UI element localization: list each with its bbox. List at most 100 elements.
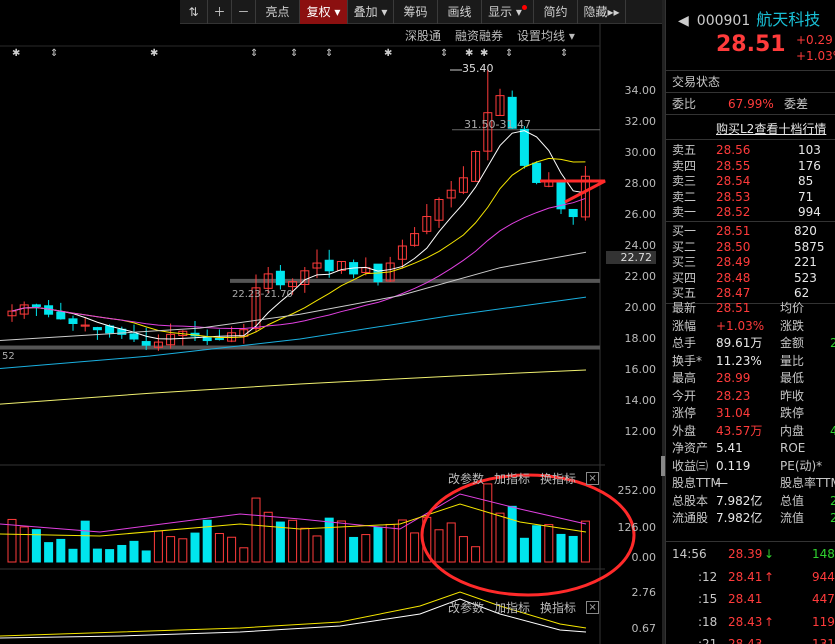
trade-status: 交易状态 xyxy=(672,75,721,89)
stat-row: 股息TTM — 股息率TTM xyxy=(672,475,835,491)
stat-label: 流通股 xyxy=(672,511,709,525)
stat-value: 0.119 xyxy=(716,458,751,473)
ask-row: 卖二 28.53 71 xyxy=(672,189,835,205)
stat-value: 2 xyxy=(830,335,835,351)
candle-down xyxy=(324,259,334,272)
bid-row: 买二 28.50 5875 xyxy=(672,239,835,255)
stat-label: 跌停 xyxy=(780,406,805,420)
volume-bar xyxy=(495,512,505,563)
kline-chart-svg[interactable]: ✱ ⇕ ✱ ⇕ ⇕ ⇕ ✱ ⇕ ✱ ✱ ⇕ ⇕ xyxy=(0,24,662,644)
event-marker: ✱ xyxy=(12,48,20,59)
bid-label: 买四 xyxy=(672,270,697,285)
candle-down xyxy=(92,327,102,331)
ask-volume: 71 xyxy=(798,189,814,204)
event-marker: ⇕ xyxy=(440,48,448,59)
stat-value: 43.57万 xyxy=(716,423,763,438)
ma10-line xyxy=(11,157,586,338)
tick-row: :12 28.41 ↑ 944 xyxy=(672,569,835,585)
ask-row: 卖四 28.55 176 xyxy=(672,158,835,174)
support-band xyxy=(0,345,600,350)
macd-indicator-links: 改参数 加指标 换指标 × xyxy=(448,599,600,616)
back-arrow-icon[interactable]: ◀ xyxy=(678,13,689,29)
stat-label: 金额 xyxy=(780,336,805,350)
event-marker: ✱ xyxy=(465,48,473,59)
display-button[interactable]: 显示 ▾ xyxy=(482,0,534,24)
highlight-button[interactable]: 亮点 xyxy=(256,0,300,24)
volume-bar xyxy=(373,526,383,563)
draw-line-button[interactable]: 画线 xyxy=(438,0,482,24)
ask-label: 卖四 xyxy=(672,158,697,173)
volume-bar xyxy=(410,532,420,563)
macd-close-icon[interactable]: × xyxy=(586,601,600,614)
zoom-in-button[interactable]: ＋ xyxy=(208,0,232,24)
chart-link-bar: 深股通 融资融券 设置均线 ▾ xyxy=(405,27,575,44)
divider xyxy=(666,70,835,71)
ask-row: 卖五 28.56 103 xyxy=(672,142,835,158)
quote-panel: ◀ 000901 航天科技 28.51 +0.29+1.03% 交易状态 委比 67… xyxy=(665,0,835,644)
tick-volume: 1483 xyxy=(812,547,835,561)
overlay-button[interactable]: 叠加 ▾ xyxy=(348,0,394,24)
bid-volume: 221 xyxy=(794,255,817,270)
stock-name: 航天科技 xyxy=(756,10,821,29)
stat-label: 总股本 xyxy=(672,493,709,508)
stat-value: 11.23% xyxy=(716,353,762,368)
ask-row: 卖一 28.52 994 xyxy=(672,204,835,220)
volume-close-icon[interactable]: × xyxy=(586,472,600,485)
stat-label: 总手 xyxy=(672,336,697,350)
event-marker: ⇕ xyxy=(50,48,58,59)
tick-price: 28.39 xyxy=(728,547,763,561)
link-hk-connect[interactable]: 深股通 xyxy=(405,27,441,44)
stat-row: 最新 28.51 均价 xyxy=(672,300,835,316)
event-marker: ⇕ xyxy=(505,48,513,59)
link-margin[interactable]: 融资融券 xyxy=(455,27,503,44)
stat-value: +1.03% xyxy=(716,318,765,333)
simple-mode-button[interactable]: 简约 xyxy=(534,0,578,24)
divider xyxy=(666,139,835,140)
price-change: +0.29+1.03% xyxy=(796,33,835,63)
volume-bar xyxy=(532,525,542,563)
volume-bar xyxy=(434,529,444,563)
stat-row: 外盘 43.57万 内盘 4 xyxy=(672,423,835,439)
macd-edit-params[interactable]: 改参数 xyxy=(448,599,484,616)
stat-label: 昨收 xyxy=(780,388,805,403)
stat-value: — xyxy=(716,476,728,490)
chips-button[interactable]: 筹码 xyxy=(394,0,438,24)
ask-row: 卖三 28.54 85 xyxy=(672,173,835,189)
volume-bar xyxy=(239,547,249,563)
stat-row: 换手* 11.23% 量比 xyxy=(672,353,835,369)
link-ma-settings[interactable]: 设置均线 ▾ xyxy=(517,27,575,44)
macd-switch-indicator[interactable]: 换指标 xyxy=(540,599,576,616)
volume-bar xyxy=(129,540,139,563)
candle-down xyxy=(31,304,41,307)
volume-bar xyxy=(117,544,127,563)
stat-label: 总值 xyxy=(780,493,805,508)
adjust-price-button[interactable]: 复权 ▾ xyxy=(300,0,348,24)
tick-volume: 447 xyxy=(812,592,835,606)
price-tick: 22.00 xyxy=(624,270,657,283)
volume-edit-params[interactable]: 改参数 xyxy=(448,470,484,487)
ask-price: 28.52 xyxy=(716,205,751,220)
hide-button[interactable]: 隐藏▸▸ xyxy=(578,0,626,24)
tick-row: 14:56 28.39↓ 1483 xyxy=(672,546,835,562)
stat-value: 2 xyxy=(830,510,835,526)
kline-chart-area[interactable]: ✱ ⇕ ✱ ⇕ ⇕ ⇕ ✱ ⇕ ✱ ✱ ⇕ ⇕ 深股通 融资融券 设置均线 ▾ 34.00 32.00… xyxy=(0,24,662,644)
volume-bar xyxy=(178,538,188,563)
tick-price: 28.41 xyxy=(728,569,763,584)
macd-add-indicator[interactable]: 加指标 xyxy=(494,599,530,616)
stock-header: ◀ 000901 航天科技 xyxy=(678,6,820,30)
l2-purchase-link[interactable]: 购买L2查看十档行情 xyxy=(716,120,826,137)
volume-add-indicator[interactable]: 加指标 xyxy=(494,470,530,487)
stat-value: 28.23 xyxy=(716,388,751,403)
stat-row: 今开 28.23 昨收 xyxy=(672,388,835,404)
divider xyxy=(666,114,835,115)
volume-bar xyxy=(80,520,90,563)
zoom-out-button[interactable]: － xyxy=(232,0,256,24)
volume-bar xyxy=(483,483,493,563)
stat-label: 最高 xyxy=(672,371,697,385)
stat-label: 收益㈢ xyxy=(672,458,709,473)
price-tick: 28.00 xyxy=(624,177,657,190)
ask-price: 28.53 xyxy=(716,189,751,204)
toggle-icon[interactable]: ⇅ xyxy=(180,0,208,24)
event-marker: ✱ xyxy=(150,48,158,59)
volume-switch-indicator[interactable]: 换指标 xyxy=(540,470,576,487)
